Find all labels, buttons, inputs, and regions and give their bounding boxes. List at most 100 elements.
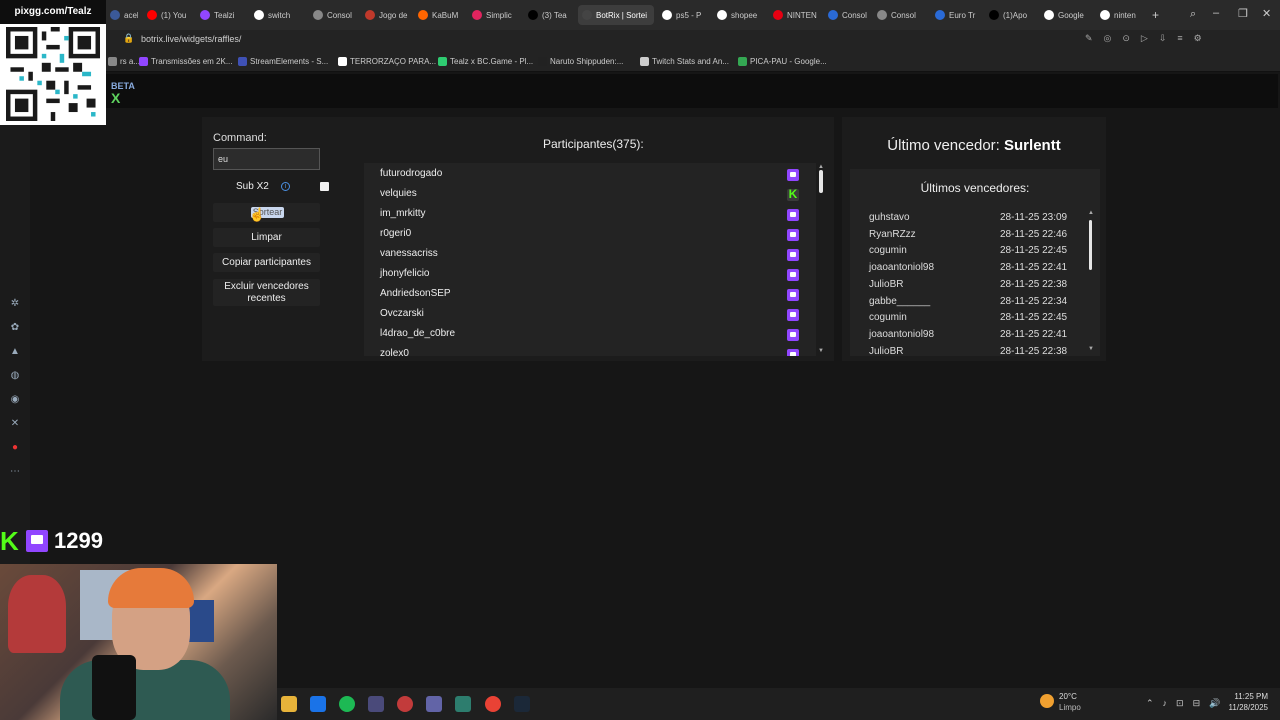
bookmark-favicon-icon [238,57,247,66]
bookmark-item[interactable]: Transmissões em 2K... [139,57,233,66]
browser-tab[interactable]: (1)Apo [985,5,1036,25]
tab-label: shopee [731,10,758,20]
x-icon[interactable]: ✕ [9,418,21,430]
minimize-icon[interactable]: – [1213,7,1219,19]
record-icon[interactable]: ● [9,442,21,454]
sub-x2-checkbox[interactable] [320,182,329,191]
teams-icon[interactable] [426,696,442,712]
whatsapp-icon[interactable]: ◉ [9,394,21,406]
share-icon[interactable]: ✲ [9,298,21,310]
taskbar-clock[interactable]: 11:25 PM [1224,692,1268,701]
browser-tab[interactable]: (1) You [143,5,193,25]
weather-temperature[interactable]: 20°C [1059,692,1077,701]
info-icon[interactable]: i [281,182,290,191]
twitch-platform-icon [787,169,799,181]
weather-status[interactable]: Limpo [1059,703,1081,712]
url-field[interactable]: botrix.live/widgets/raffles/ [141,34,241,44]
exclude-recent-winners-button[interactable]: Excluir vencedores recentes [213,279,320,306]
browser-tab[interactable]: switch [250,5,305,25]
browser-tab[interactable]: Consol [873,5,927,25]
obs-icon[interactable] [397,696,413,712]
participant-name: r0geri0 [380,228,412,239]
bookmark-item[interactable]: PICA-PAU - Google... [738,57,827,66]
participants-scroll-thumb[interactable] [819,170,823,193]
tab-favicon-icon [200,10,210,20]
tab-favicon-icon [935,10,945,20]
messenger-icon[interactable]: ◍ [9,370,21,382]
new-tab-button[interactable]: + [1152,8,1159,22]
tab-label: (3) Tea [542,10,567,20]
winners-scroll-down-icon[interactable]: ▼ [1088,346,1094,352]
paw-icon[interactable]: ✿ [9,322,21,334]
bookmark-item[interactable]: TERRORZAÇO PARA... [338,57,436,66]
browser-tab[interactable]: NINTEN [769,5,819,25]
winner-name: JulioBR [869,278,904,290]
tab-label: (1) You [161,10,187,20]
browser-tab[interactable]: acebo [106,5,138,25]
browser-tab[interactable]: (3) Tea [524,5,574,25]
search-tabs-icon[interactable]: ⌕ [1190,8,1196,21]
app-icon[interactable] [368,696,384,712]
lock-icon: 🔒 [123,33,135,43]
mountain-icon[interactable]: ▲ [9,346,21,358]
twitch-platform-icon [787,309,799,321]
spotify-icon[interactable] [339,696,355,712]
tab-label: NINTEN [787,10,817,20]
participants-title: Participantes(375): [543,137,644,151]
browser-tab[interactable]: Consol [824,5,869,25]
close-window-icon[interactable]: ✕ [1262,7,1271,20]
taskbar-date[interactable]: 11/28/2025 [1224,703,1268,712]
tab-favicon-icon [773,10,783,20]
browser-tab[interactable]: ps5 - P [658,5,709,25]
tab-favicon-icon [472,10,482,20]
browser-tab[interactable]: Google [1040,5,1092,25]
bookmark-item[interactable]: Twitch Stats and An... [640,57,729,66]
system-tray-icons[interactable]: ⌃♪⊡⊟🔊 [1146,698,1229,709]
twitch-platform-icon [787,229,799,241]
kick-platform-icon [787,187,799,201]
winner-name: cogumin [869,245,907,257]
browser-tab[interactable]: Tealzi [196,5,246,25]
copy-participants-button[interactable]: Copiar participantes [213,253,320,272]
bookmark-item[interactable]: Tealz x BC.Game - Pl... [438,57,533,66]
tab-label: switch [268,10,291,20]
bookmark-label: Tealz x BC.Game - Pl... [450,57,534,66]
terminal-icon[interactable] [455,696,471,712]
browser-tab[interactable]: Euro Tr [931,5,981,25]
bookmark-item[interactable]: rs a... [108,57,140,66]
bookmark-item[interactable]: Naruto Shippuden:... [538,57,623,66]
browser-tab[interactable]: ninten [1096,5,1146,25]
winners-scroll-up-icon[interactable]: ▲ [1088,210,1094,216]
tab-favicon-icon [110,10,120,20]
command-input[interactable] [213,148,320,170]
tab-label: ps5 - P [676,10,702,20]
file-explorer-icon[interactable] [281,696,297,712]
scroll-down-icon[interactable]: ▼ [818,348,824,354]
outlook-icon[interactable] [310,696,326,712]
tab-label: Consol [327,10,352,20]
tab-label: ninten [1114,10,1136,20]
tab-label: acebo [124,10,138,20]
winners-scroll-thumb[interactable] [1089,220,1092,270]
browser-tab[interactable]: BotRix | Sortei [578,5,654,25]
botrix-logo[interactable]: X [111,90,120,106]
tab-label: Consol [891,10,916,20]
toolbar-icons[interactable]: ✎◎⊙▷⇩≡⚙ [1085,33,1213,44]
browser-tab[interactable]: Simplic [468,5,520,25]
browser-tab[interactable]: shopee [713,5,765,25]
recent-winners-title: Últimos vencedores: [920,181,1030,195]
browser-tab[interactable]: Jogo de [361,5,410,25]
participant-name: im_mrkitty [380,208,426,219]
browser-tab[interactable]: Consol [309,5,357,25]
participants-list[interactable]: futurodrogado velquies im_mrkitty r0geri0 va… [364,163,816,356]
restore-icon[interactable]: ❐ [1238,7,1248,20]
steam-icon[interactable] [514,696,530,712]
clear-button[interactable]: Limpar [213,228,320,247]
chrome-icon[interactable] [485,696,501,712]
tab-favicon-icon [365,10,375,20]
last-winner-label: Último vencedor: [887,137,1000,154]
browser-tab[interactable]: KaBuM [414,5,464,25]
bookmark-item[interactable]: StreamElements - S... [238,57,328,66]
more-icon[interactable]: ⋯ [9,466,21,478]
twitch-platform-icon [787,209,799,221]
